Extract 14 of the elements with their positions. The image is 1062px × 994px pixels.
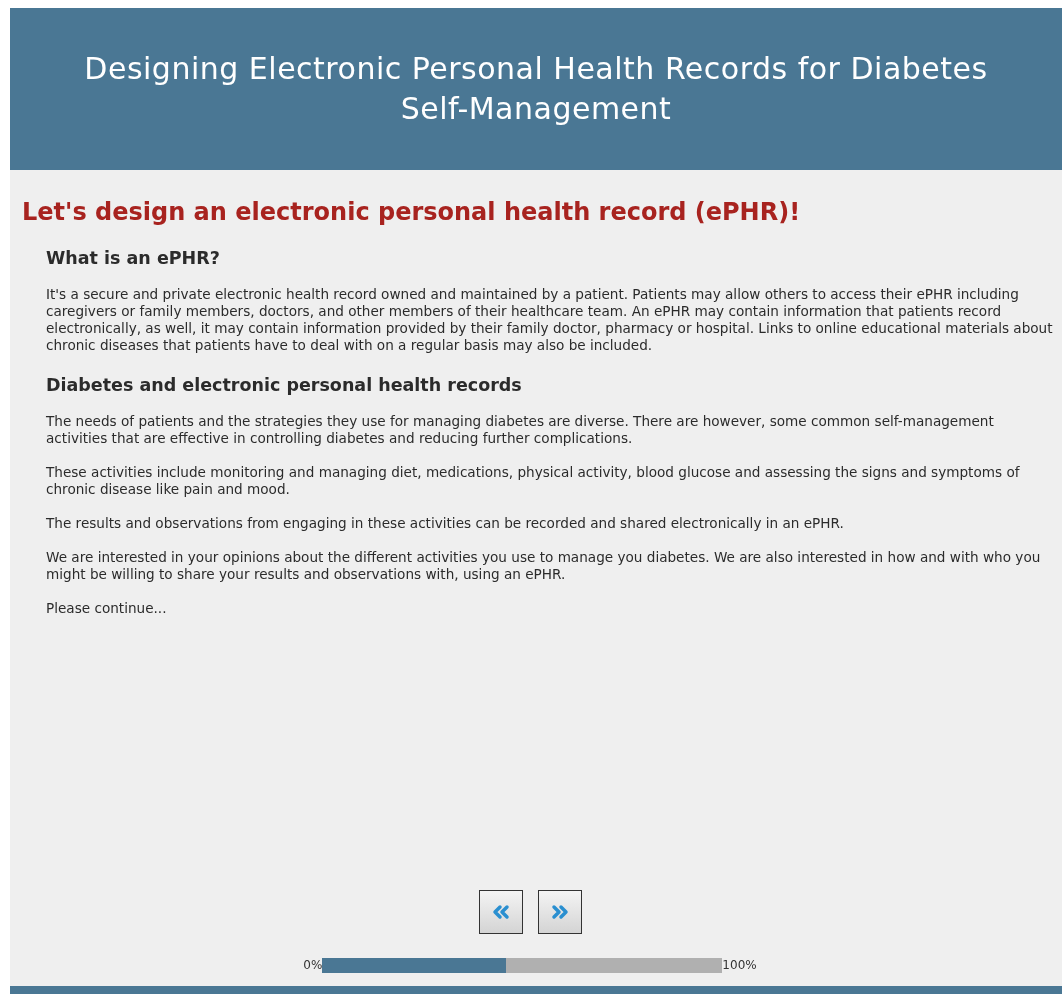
- page-heading: Let's design an electronic personal health record (ePHR)!: [22, 197, 802, 228]
- progress-start-label: 0%: [303, 957, 323, 974]
- paragraph: The results and observations from engaging in these activities can be recorded and shared electronically in an ePHR.: [46, 515, 845, 532]
- paragraph: We are interested in your opinions about the different activities you use to manage you diabetes. We are also interested in how and with who you might be willing to share your results and observations with, using an ePHR.: [46, 549, 1042, 583]
- page-title: Designing Electronic Personal Health Records for Diabetes Self-Management: [83, 50, 989, 128]
- paragraph: These activities include monitoring and managing diet, medications, physical activity, blood glucose and assessing the signs and symptoms of chronic disease like pain and mood.: [46, 464, 1021, 498]
- progress-end-label: 100%: [722, 957, 757, 974]
- section-heading: What is an ePHR?: [46, 247, 221, 270]
- paragraph: Please continue...: [46, 600, 168, 617]
- next-button[interactable]: [537, 890, 582, 934]
- paragraph: It's a secure and private electronic health record owned and maintained by a patient. Patients may allow others to access their ePHR including caregivers or family members, doctors, and other members of their healthcare team. An ePHR may contain information that patients record electronically, as well, it may contain information provided by their family doctor, pharmacy or hospital. Links to online educational materials about chronic diseases that patients have to deal with on a regular basis may also be included.: [46, 286, 1054, 354]
- paragraph: The needs of patients and the strategies they use for managing diabetes are diverse. There are however, some common self-management activities that are effective in controlling diabetes and reducing further complications.: [46, 413, 995, 447]
- section-heading: Diabetes and electronic personal health records: [46, 374, 523, 397]
- back-button[interactable]: [478, 890, 523, 934]
